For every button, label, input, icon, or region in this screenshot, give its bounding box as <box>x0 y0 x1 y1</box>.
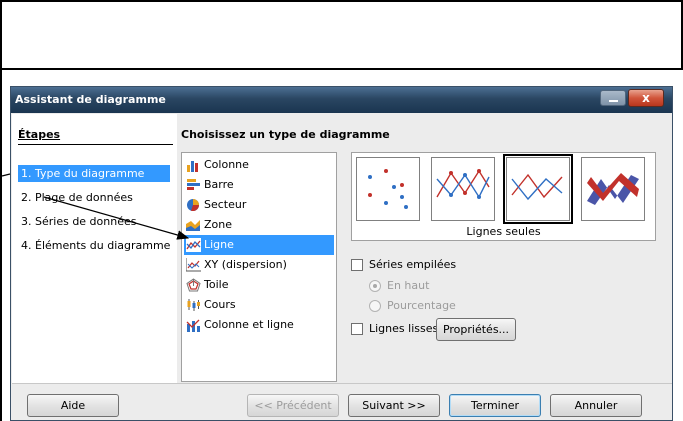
chart-type-heading: Choisissez un type de diagramme <box>181 128 390 141</box>
chart-type-label: Barre <box>204 178 234 191</box>
checkbox-box[interactable] <box>351 259 363 271</box>
step-chart-type[interactable]: 1. Type du diagramme <box>18 165 170 182</box>
chart-type-label: Toile <box>204 278 229 291</box>
chart-type-label: Secteur <box>204 198 247 211</box>
chart-type-area[interactable]: Zone <box>184 215 334 235</box>
net-chart-icon <box>186 278 201 292</box>
lines-only-icon[interactable] <box>503 154 573 224</box>
next-button[interactable]: Suivant >> <box>348 394 440 417</box>
chart-type-bar[interactable]: Barre <box>184 175 334 195</box>
annotation-arrow-line <box>1 173 11 177</box>
steps-heading: Étapes <box>18 128 61 141</box>
stock-chart-icon <box>187 299 200 311</box>
3d-lines-icon[interactable] <box>581 157 645 221</box>
frame-top-line <box>0 0 683 2</box>
help-button[interactable]: Aide <box>27 394 119 417</box>
chart-type-label: Ligne <box>204 238 234 251</box>
chart-wizard-dialog: Assistant de diagramme x Étapes 1. Type … <box>10 86 673 421</box>
chart-type-list[interactable]: Colonne Barre Secteur Zone Ligne XY (dis… <box>181 152 337 382</box>
minimize-button[interactable] <box>600 90 626 106</box>
points-and-lines-icon[interactable] <box>431 157 495 221</box>
checkbox-box[interactable] <box>351 323 363 335</box>
chart-type-net[interactable]: Toile <box>184 275 334 295</box>
xy-scatter-icon <box>186 258 201 272</box>
chart-variant-panel: Lignes seules <box>351 152 656 241</box>
line-chart-icon <box>186 238 201 252</box>
close-button[interactable]: x <box>628 89 664 107</box>
previous-button[interactable]: << Précédent <box>247 394 339 417</box>
chart-type-label: Zone <box>204 218 233 231</box>
dialog-title: Assistant de diagramme <box>15 93 166 106</box>
chart-type-label: XY (dispersion) <box>204 258 287 271</box>
frame-divider-line <box>0 68 683 70</box>
chart-type-xy-scatter[interactable]: XY (dispersion) <box>184 255 334 275</box>
variant-caption: Lignes seules <box>466 225 541 238</box>
radio-button[interactable] <box>369 280 381 292</box>
steps-pane: Étapes 1. Type du diagramme 2. Plage de … <box>12 114 177 384</box>
bottom-divider <box>12 383 672 384</box>
radio-label: En haut <box>387 279 430 292</box>
chart-type-stock[interactable]: Cours <box>184 295 334 315</box>
bar-chart-icon <box>187 179 200 190</box>
chart-type-label: Cours <box>204 298 236 311</box>
column-line-chart-icon <box>186 319 200 332</box>
radio-button[interactable] <box>369 300 381 312</box>
chart-type-line[interactable]: Ligne <box>184 235 334 255</box>
properties-button[interactable]: Propriétés... <box>436 318 516 341</box>
checkbox-label: Séries empilées <box>369 258 457 271</box>
step-data-series[interactable]: 3. Séries de données <box>18 213 139 230</box>
step-chart-elements[interactable]: 4. Éléments du diagramme <box>18 237 173 254</box>
step-data-range[interactable]: 2. Plage de données <box>18 189 136 206</box>
frame-left-line <box>0 0 2 421</box>
cancel-button[interactable]: Annuler <box>550 394 642 417</box>
column-chart-icon <box>187 161 198 172</box>
chart-type-column-and-line[interactable]: Colonne et ligne <box>184 315 334 335</box>
chart-type-pie[interactable]: Secteur <box>184 195 334 215</box>
finish-button[interactable]: Terminer <box>449 394 541 417</box>
pie-chart-icon <box>187 199 200 212</box>
points-only-icon[interactable] <box>356 157 420 221</box>
radio-label: Pourcentage <box>387 299 456 312</box>
steps-divider <box>18 144 173 145</box>
chart-type-label: Colonne et ligne <box>204 318 294 331</box>
chart-type-column[interactable]: Colonne <box>184 155 334 175</box>
area-chart-icon <box>186 220 200 231</box>
chart-type-label: Colonne <box>204 158 249 171</box>
title-bar[interactable]: Assistant de diagramme x <box>11 87 672 113</box>
checkbox-label: Lignes lisses <box>369 322 439 335</box>
